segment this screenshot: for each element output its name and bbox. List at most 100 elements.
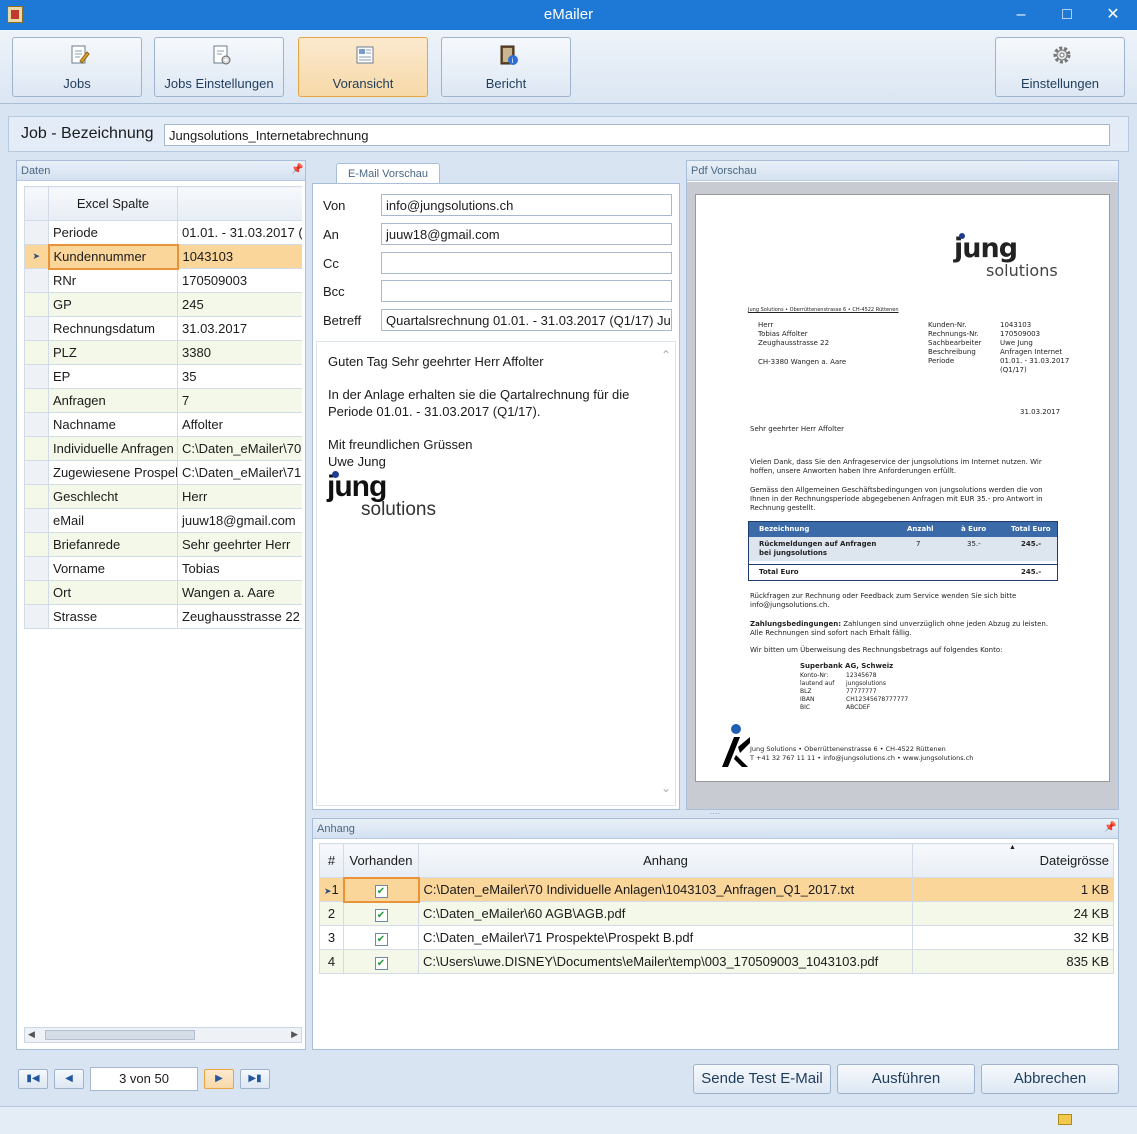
- scroll-right-icon[interactable]: ▶: [291, 1029, 298, 1040]
- pdf-questions: Rückfragen zur Rechnung oder Feedback zu…: [750, 592, 1016, 610]
- vorhanden-checkbox[interactable]: ✔: [374, 908, 388, 922]
- daten-row[interactable]: Strasse Zeughausstrasse 22: [24, 604, 302, 629]
- daten-row[interactable]: Geschlecht Herr: [24, 484, 302, 509]
- report-button[interactable]: i Bericht: [441, 37, 571, 97]
- an-field[interactable]: juuw18@gmail.com: [381, 223, 672, 245]
- close-icon[interactable]: ✕: [1090, 0, 1136, 30]
- daten-row[interactable]: Briefanrede Sehr geehrter Herr: [24, 532, 302, 557]
- daten-horizontal-scrollbar[interactable]: ◀ ▶: [24, 1027, 302, 1043]
- pdf-meta-key: Periode: [928, 357, 955, 365]
- scroll-down-icon[interactable]: ⌄: [661, 781, 671, 795]
- daten-value: juuw18@gmail.com: [177, 508, 302, 533]
- record-counter[interactable]: 3 von 50: [90, 1067, 198, 1091]
- splitter-grip[interactable]: ····: [700, 810, 730, 818]
- daten-value: 245: [177, 292, 302, 317]
- job-name-input[interactable]: Jungsolutions_Internetabrechnung: [164, 124, 1110, 146]
- pdf-text-line: Vielen Dank, dass Sie den Anfrageservice…: [750, 458, 1042, 466]
- attachment-num-label: 3: [327, 930, 336, 945]
- daten-row[interactable]: Anfragen 7: [24, 388, 302, 413]
- row-indicator: [24, 292, 49, 317]
- jobs-button[interactable]: Jobs: [12, 37, 142, 97]
- excel-column-header[interactable]: Excel Spalte: [48, 186, 178, 221]
- vorhanden-checkbox[interactable]: ✔: [374, 884, 388, 898]
- daten-row[interactable]: Nachname Affolter: [24, 412, 302, 437]
- daten-row[interactable]: Zugewiesene ProspekteC:\Daten_eMailer\71: [24, 460, 302, 485]
- pdf-bank-value: 77777777: [846, 688, 877, 695]
- pdf-bank-key: BIC: [800, 704, 811, 711]
- pdf-bank-value: ABCDEF: [846, 704, 871, 711]
- pin-icon[interactable]: 📌: [291, 165, 303, 175]
- attachment-row[interactable]: 3 ✔ C:\Daten_eMailer\71 Prospekte\Prospekt…: [319, 925, 1114, 950]
- maximize-icon[interactable]: □: [1044, 0, 1090, 30]
- pdf-bank-value: 12345678: [846, 672, 877, 679]
- body-signature: Uwe Jung: [328, 454, 386, 469]
- vorhanden-checkbox[interactable]: ✔: [374, 956, 388, 970]
- attachment-path: C:\Users\uwe.DISNEY\Documents\eMailer\te…: [418, 949, 913, 974]
- cc-field[interactable]: [381, 252, 672, 274]
- report-label: Bericht: [485, 76, 527, 91]
- email-logo-dot: [332, 471, 339, 478]
- email-body-text: Guten Tag Sehr geehrter Herr Affolter In…: [328, 353, 629, 470]
- first-record-button[interactable]: ▮◀: [18, 1069, 48, 1089]
- daten-value: 01.01. - 31.03.2017 (Q1/17): [177, 220, 302, 245]
- pdf-td: 7: [916, 540, 921, 548]
- jobs-settings-button[interactable]: Jobs Einstellungen: [154, 37, 284, 97]
- daten-row[interactable]: Individuelle Anfragen C:\Daten_eMailer\70: [24, 436, 302, 461]
- email-logo-sub: solutions: [361, 499, 436, 520]
- vorhanden-header[interactable]: Vorhanden: [343, 843, 419, 878]
- daten-row[interactable]: PLZ 3380: [24, 340, 302, 365]
- folder-icon[interactable]: [1058, 1114, 1072, 1125]
- previous-record-button[interactable]: ◀: [54, 1069, 84, 1089]
- bcc-field[interactable]: [381, 280, 672, 302]
- pdf-meta-key: Sachbearbeiter: [928, 339, 982, 347]
- preview-button[interactable]: Voransicht: [298, 37, 428, 97]
- row-indicator: [24, 508, 49, 533]
- pdf-text-line: Rechnung gestellt.: [750, 504, 816, 512]
- job-panel: Job - Bezeichnung Jungsolutions_Internet…: [8, 116, 1129, 152]
- scroll-left-icon[interactable]: ◀: [28, 1029, 35, 1040]
- attachment-row[interactable]: 2 ✔ C:\Daten_eMailer\60 AGB\AGB.pdf 24 KB: [319, 901, 1114, 926]
- daten-row[interactable]: EP 35: [24, 364, 302, 389]
- daten-value: 7: [177, 388, 302, 413]
- betreff-field[interactable]: Quartalsrechnung 01.01. - 31.03.2017 (Q1…: [381, 309, 672, 331]
- daten-row[interactable]: Rechnungsdatum 31.03.2017: [24, 316, 302, 341]
- attachment-size: 24 KB: [912, 901, 1114, 926]
- size-header[interactable]: ▲ Dateigrösse: [912, 843, 1114, 878]
- daten-row[interactable]: Vorname Tobias: [24, 556, 302, 581]
- pdf-text-line: hoffen, unsere Anworten haben Ihre Anfor…: [750, 467, 957, 475]
- pdf-bank-row: IBAN CH12345678777777: [800, 696, 940, 704]
- scroll-thumb[interactable]: [45, 1030, 195, 1040]
- minimize-icon[interactable]: –: [998, 0, 1044, 30]
- last-record-button[interactable]: ▶▮: [240, 1069, 270, 1089]
- daten-row[interactable]: Periode01.01. - 31.03.2017 (Q1/17): [24, 220, 302, 245]
- von-field[interactable]: info@jungsolutions.ch: [381, 194, 672, 216]
- vorhanden-checkbox[interactable]: ✔: [374, 932, 388, 946]
- attachment-row[interactable]: ➤1 ✔ C:\Daten_eMailer\70 Individuelle Anla…: [319, 876, 1114, 903]
- anhang-grid: # Vorhanden Anhang ▲ Dateigrösse ➤1 ✔ C:\Da…: [319, 843, 1114, 974]
- value-column-header[interactable]: [177, 186, 302, 221]
- attachment-row[interactable]: 4 ✔ C:\Users\uwe.DISNEY\Documents\eMailer\…: [319, 949, 1114, 974]
- pdf-meta-key: Beschreibung: [928, 348, 976, 356]
- daten-row[interactable]: GP 245: [24, 292, 302, 317]
- cancel-button[interactable]: Abbrechen: [981, 1064, 1119, 1094]
- settings-button[interactable]: Einstellungen: [995, 37, 1125, 97]
- num-header[interactable]: #: [319, 843, 344, 878]
- scroll-up-icon[interactable]: ⌃: [661, 348, 671, 362]
- pdf-text-line: Jung Solutions • Oberrüttenenstrasse 6 •…: [750, 745, 946, 753]
- daten-row[interactable]: RNr 170509003: [24, 268, 302, 293]
- next-record-button[interactable]: ▶: [204, 1069, 234, 1089]
- anhang-header-col[interactable]: Anhang: [418, 843, 913, 878]
- daten-row[interactable]: Ort Wangen a. Aare: [24, 580, 302, 605]
- vorhanden-cell: ✔: [342, 876, 420, 903]
- daten-row[interactable]: ➤ Kundennummer 1043103: [24, 243, 302, 270]
- tab-email-preview[interactable]: E-Mail Vorschau: [336, 163, 440, 183]
- pin-icon[interactable]: 📌: [1104, 823, 1116, 833]
- daten-row[interactable]: eMail juuw18@gmail.com: [24, 508, 302, 533]
- execute-button[interactable]: Ausführen: [837, 1064, 975, 1094]
- email-body[interactable]: Guten Tag Sehr geehrter Herr Affolter In…: [316, 341, 676, 806]
- send-test-email-button[interactable]: Sende Test E-Mail: [693, 1064, 831, 1094]
- daten-title: Daten: [21, 165, 51, 177]
- email-logo: jung solutions: [327, 471, 447, 532]
- pdf-viewer[interactable]: jung solutions Jung Solutions • Oberrütt…: [687, 182, 1118, 809]
- attachment-num: 2: [319, 901, 344, 926]
